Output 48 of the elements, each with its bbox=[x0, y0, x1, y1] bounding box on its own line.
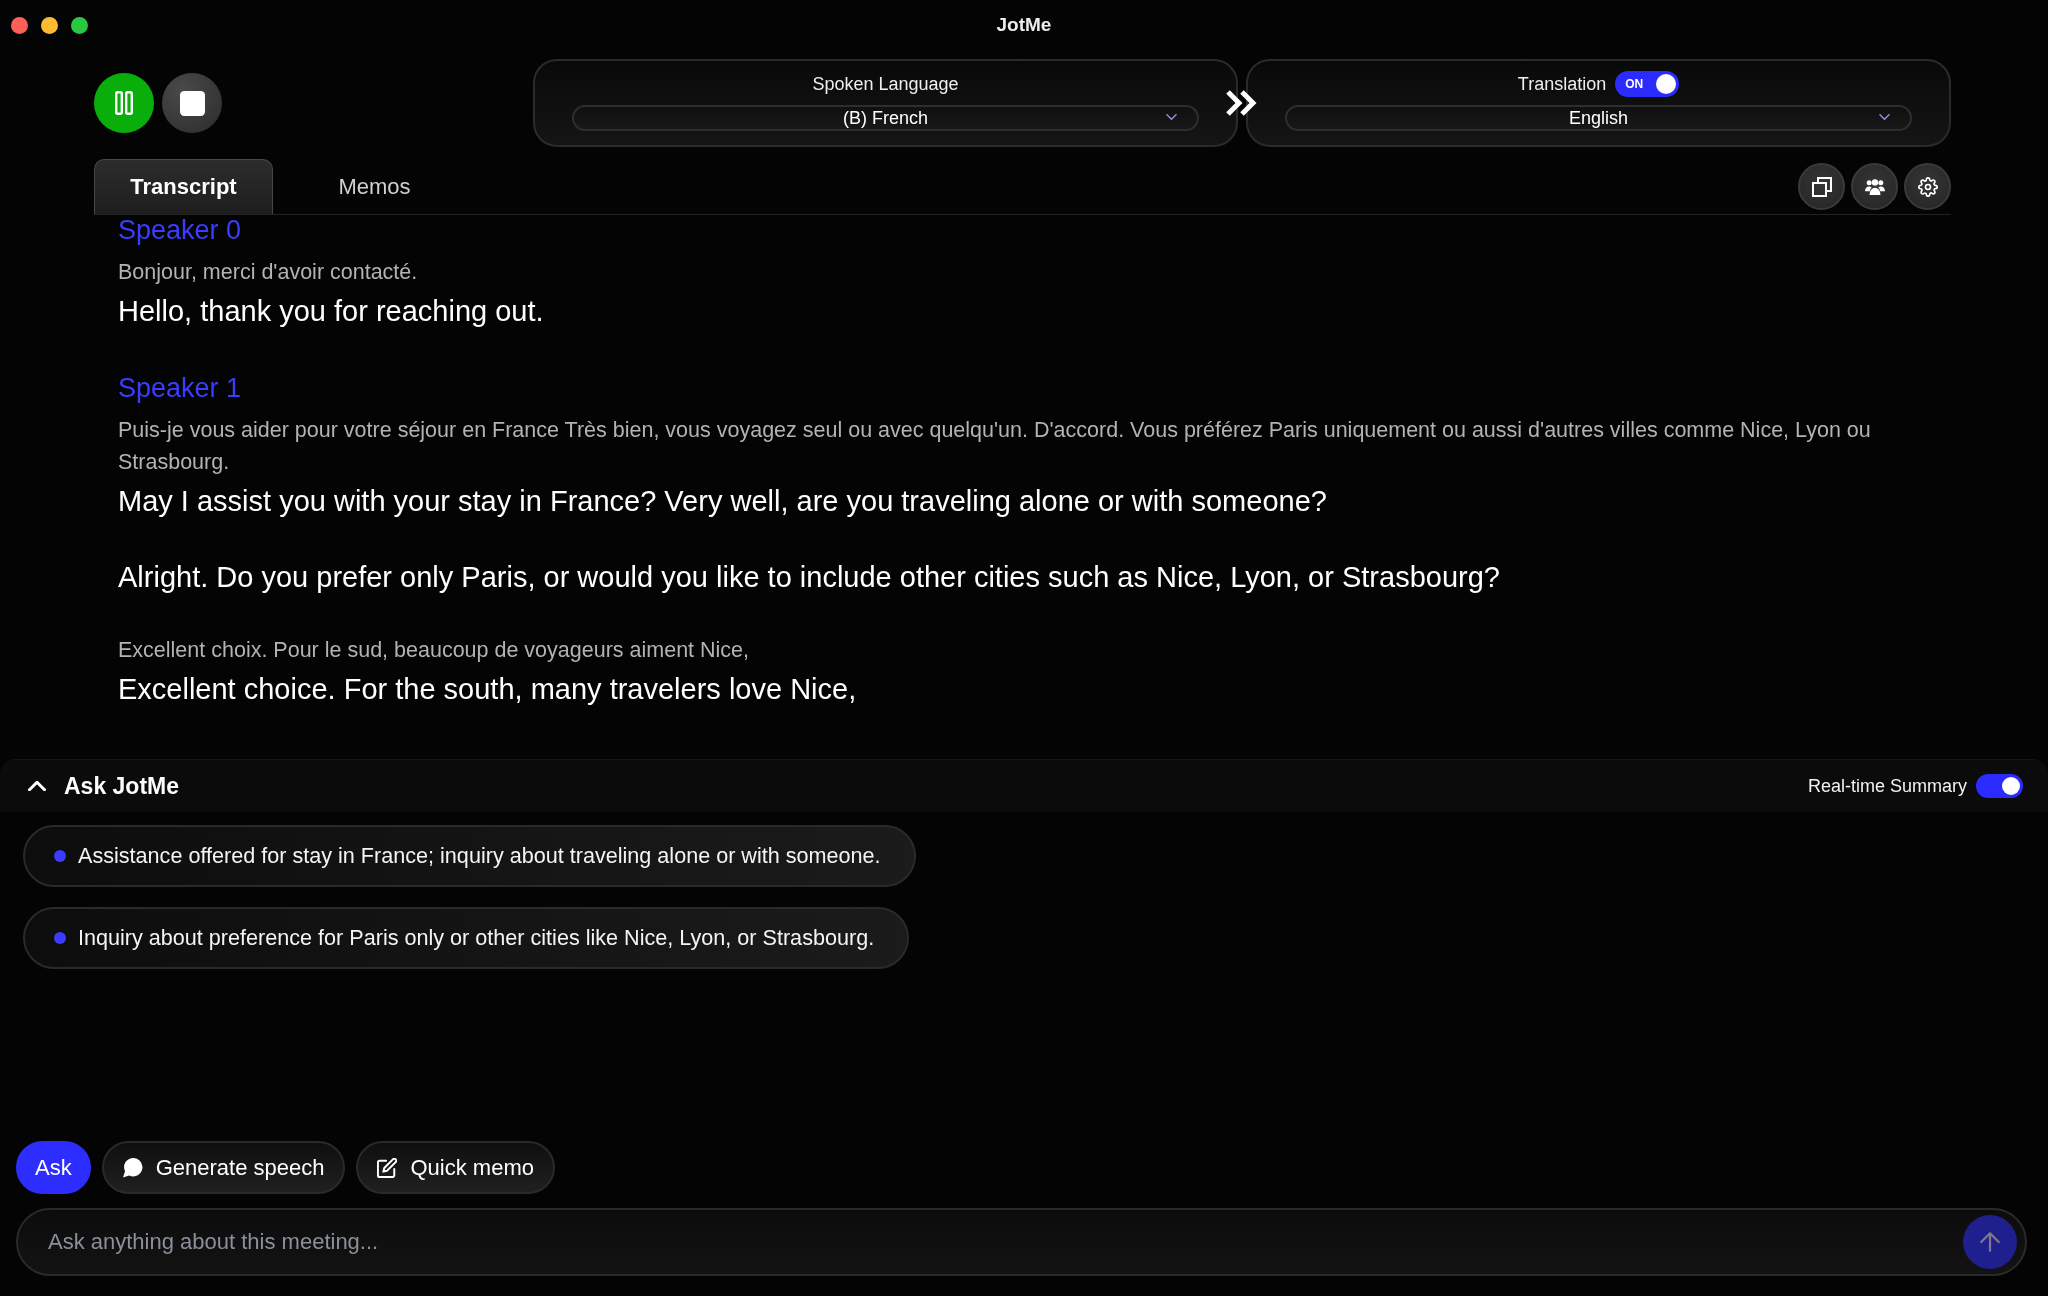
bullet-dot-icon bbox=[54, 932, 66, 944]
tab[interactable]: Transcript bbox=[94, 159, 273, 214]
pause-icon bbox=[115, 91, 133, 115]
caret-up-icon[interactable] bbox=[28, 781, 46, 791]
window-minimize-button[interactable] bbox=[41, 16, 58, 34]
people-icon bbox=[1864, 176, 1885, 197]
window-zoom-button[interactable] bbox=[71, 16, 88, 34]
edit-icon bbox=[377, 1157, 398, 1178]
speakers-button[interactable] bbox=[1851, 163, 1898, 210]
copy-button[interactable] bbox=[1798, 163, 1845, 210]
panel-label: Translation bbox=[1517, 73, 1607, 96]
toggle-switch[interactable] bbox=[1976, 774, 2023, 798]
speech-bubble-icon bbox=[122, 1157, 143, 1178]
settings-button[interactable] bbox=[1904, 163, 1951, 210]
original-text: Bonjour, merci d'avoir contacté. bbox=[118, 259, 419, 286]
translation-text: Hello, thank you for reaching out. bbox=[118, 294, 545, 329]
summary-toggle-label: Real-time Summary bbox=[1807, 775, 1967, 797]
settings-icon bbox=[1917, 176, 1938, 197]
panel-title: Ask JotMe bbox=[64, 772, 180, 800]
language-select[interactable]: (B) French bbox=[572, 105, 1199, 131]
ask-input-field[interactable]: Ask anything about this meeting... bbox=[16, 1208, 2027, 1276]
original-text: Excellent choix. Pour le sud, beaucoup de voyageurs aiment Nice, bbox=[118, 637, 751, 664]
bullet-dot-icon bbox=[54, 850, 66, 862]
translation-text: May I assist you with your stay in France? Very well, are you traveling alone or with someone? bbox=[118, 484, 1328, 519]
tab[interactable]: Memos bbox=[285, 159, 464, 214]
double-chevron-icon bbox=[1225, 88, 1259, 118]
memo-button[interactable]: Quick memo bbox=[356, 1141, 555, 1194]
summary-text: Inquiry about preference for Paris only or other cities like Nice, Lyon, or Strasbourg. bbox=[78, 925, 875, 951]
toggle-switch[interactable]: ON bbox=[1615, 71, 1680, 97]
copy-icon bbox=[1811, 176, 1832, 197]
speech-button[interactable]: Generate speech bbox=[101, 1141, 346, 1194]
panel-label: Spoken Language bbox=[812, 73, 959, 96]
speaker-label: Speaker 0 bbox=[118, 215, 243, 245]
chevron-down-icon bbox=[1166, 114, 1177, 120]
stop-button[interactable] bbox=[162, 73, 222, 133]
translation-text: Excellent choice. For the south, many travelers love Nice, bbox=[118, 672, 858, 707]
original-text: Puis-je vous aider pour votre séjour en France Très bien, vous voyagez seul ou avec quelqu'un. D'accord. Vous préférez Paris uniquement ou aussi d'autres villes comme Nice, Lyon ou Strasbourg. bbox=[118, 417, 1872, 476]
arrow-up-icon bbox=[1980, 1232, 2000, 1252]
summary-text: Assistance offered for stay in France; inquiry about traveling alone or with someone. bbox=[78, 843, 881, 869]
window-title: JotMe bbox=[996, 14, 1052, 36]
speaker-label: Speaker 1 bbox=[118, 373, 243, 403]
stop-icon bbox=[179, 90, 205, 116]
ask-button[interactable]: Ask bbox=[16, 1141, 91, 1194]
language-select[interactable]: English bbox=[1285, 105, 1912, 131]
translation-text: Alright. Do you prefer only Paris, or would you like to include other cities such as Nice, Lyon, or Strasbourg? bbox=[118, 560, 1501, 595]
pause-button[interactable] bbox=[94, 73, 154, 133]
window-close-button[interactable] bbox=[11, 16, 28, 34]
chevron-down-icon bbox=[1879, 114, 1890, 120]
